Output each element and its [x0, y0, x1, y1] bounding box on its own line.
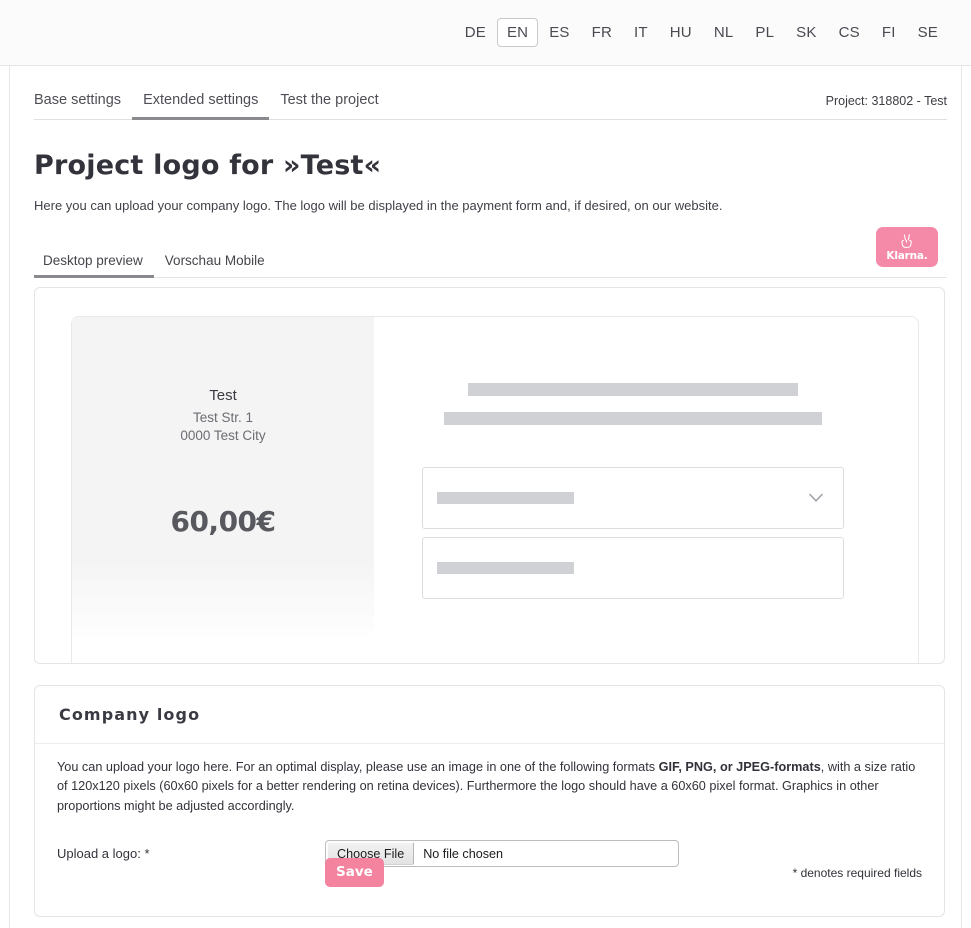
skeleton-bar-1: [468, 383, 798, 397]
save-button[interactable]: Save: [325, 858, 384, 888]
preview-tab-vorschau-mobile[interactable]: Vorschau Mobile: [154, 253, 276, 278]
company-logo-panel: Company logo You can upload your logo he…: [34, 685, 945, 918]
preview-select-placeholder-bar: [437, 492, 574, 505]
tab-base-settings[interactable]: Base settings: [24, 92, 132, 120]
company-logo-title: Company logo: [59, 705, 201, 725]
language-en[interactable]: EN: [496, 18, 539, 47]
language-nl[interactable]: NL: [703, 20, 745, 45]
description-part-1: You can upload your logo here. For an op…: [57, 760, 659, 775]
preview-panel: Test Test Str. 1 0000 Test City 60,00€: [34, 287, 945, 665]
language-cs[interactable]: CS: [828, 20, 871, 45]
preview-price: 60,00€: [170, 505, 276, 539]
language-fi[interactable]: FI: [871, 20, 907, 45]
preview-input-placeholder-bar: [437, 562, 574, 575]
language-sk[interactable]: SK: [785, 20, 827, 45]
company-logo-description: You can upload your logo here. For an op…: [57, 758, 922, 816]
page-title: Project logo for »Test«: [34, 150, 382, 181]
merchant-address-box: Test Test Str. 1 0000 Test City 60,00€: [72, 317, 374, 640]
language-de[interactable]: DE: [454, 20, 497, 45]
preview-input-field[interactable]: [422, 537, 844, 600]
page-subtitle: Here you can upload your company logo. T…: [34, 198, 723, 213]
language-hu[interactable]: HU: [659, 20, 703, 45]
merchant-address-line-2: 0000 Test City: [180, 428, 266, 444]
language-it[interactable]: IT: [623, 20, 659, 45]
language-es[interactable]: ES: [538, 20, 580, 45]
tab-extended-settings[interactable]: Extended settings: [132, 92, 270, 120]
tab-test-the-project[interactable]: Test the project: [269, 92, 389, 120]
content-frame: Base settings Extended settings Test the p…: [9, 66, 962, 928]
settings-tabs: Base settings Extended settings Test the p…: [24, 66, 947, 120]
panel-divider: [35, 743, 944, 745]
chevron-down-icon: [809, 493, 823, 503]
save-row: Save * denotes required fields: [35, 858, 944, 888]
preview-tab-desktop-preview[interactable]: Desktop preview: [34, 253, 154, 279]
language-pl[interactable]: PL: [744, 20, 785, 45]
project-identifier: Project: 318802 - Test: [825, 94, 947, 108]
page-root: DE EN ES FR IT HU NL PL SK CS FI SE Base settings Ex…: [0, 0, 971, 928]
preview-tabs: Desktop preview Vorschau Mobile: [34, 244, 947, 279]
language-list: DE EN ES FR IT HU NL PL SK CS FI SE: [454, 18, 949, 47]
language-se[interactable]: SE: [907, 20, 949, 45]
preview-select-field[interactable]: [422, 467, 844, 530]
merchant-address-line-1: Test Str. 1: [192, 410, 254, 426]
required-fields-note: * denotes required fields: [792, 865, 922, 880]
language-fr[interactable]: FR: [581, 20, 623, 45]
preview-mock-form: Test Test Str. 1 0000 Test City 60,00€: [71, 316, 919, 664]
language-bar: DE EN ES FR IT HU NL PL SK CS FI SE: [0, 0, 971, 66]
skeleton-bar-2: [444, 412, 822, 426]
description-formats: GIF, PNG, or JPEG-formats: [658, 760, 821, 775]
merchant-name: Test: [209, 387, 237, 405]
